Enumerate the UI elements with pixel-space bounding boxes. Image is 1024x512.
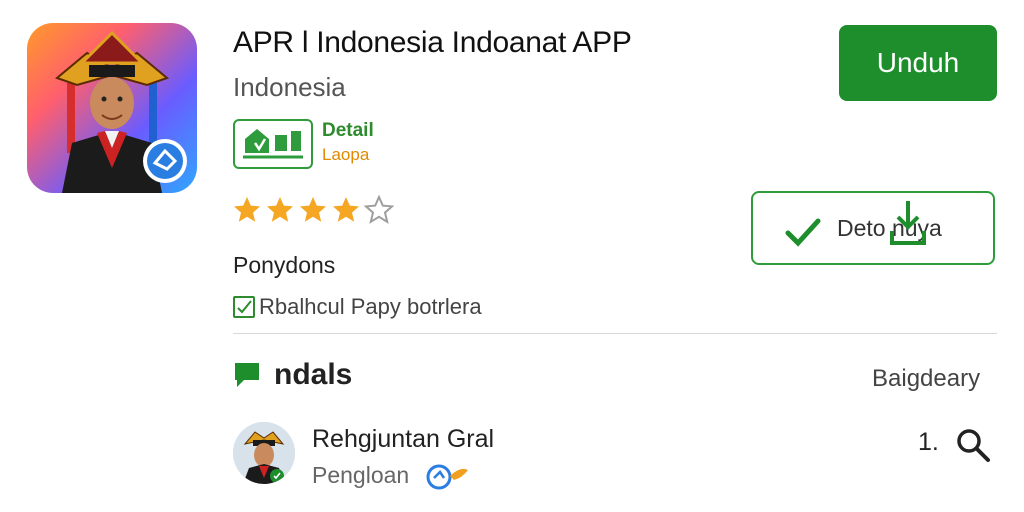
detail-download-button[interactable]: Deto nuya: [751, 191, 995, 265]
rating-stars: [232, 195, 394, 225]
detail-badge-icon: [233, 119, 313, 169]
star-filled-icon: [300, 197, 326, 222]
section-title: ndals: [274, 358, 353, 391]
chat-icon: [235, 363, 259, 387]
check-icon: [785, 218, 821, 247]
app-icon: [27, 23, 197, 193]
star-empty-icon: [364, 195, 394, 224]
star-filled-icon: [333, 197, 359, 222]
publisher-name: Ponydons: [233, 252, 336, 278]
app-title: APR l Indonesia Indoanat APP: [233, 26, 632, 59]
share-icon: [426, 464, 468, 490]
app-subtitle: Indonesia: [233, 72, 346, 102]
avatar[interactable]: [233, 422, 295, 484]
detail-title: Detail: [322, 120, 374, 141]
list-item-subtitle: Pengloan: [312, 462, 470, 490]
star-filled-icon: [234, 197, 260, 222]
app-logo-figure: [55, 30, 187, 193]
download-icon: [890, 201, 926, 245]
search-icon[interactable]: [954, 426, 992, 464]
divider: [233, 333, 997, 334]
star-filled-icon: [267, 197, 293, 222]
list-item-count: 1.: [918, 428, 939, 456]
payment-note: Rbalhcul Papy botrlera: [233, 294, 482, 320]
list-item-title: Rehgjuntan Gral: [312, 425, 495, 453]
detail-subtitle: Laopa: [322, 145, 370, 164]
payment-note-text: Rbalhcul Papy botrlera: [259, 294, 482, 319]
list-item-subtitle-text: Pengloan: [312, 462, 410, 488]
download-button[interactable]: Unduh: [839, 25, 997, 101]
checkbox-icon: [233, 296, 255, 318]
section-link[interactable]: Baigdeary: [872, 365, 980, 393]
